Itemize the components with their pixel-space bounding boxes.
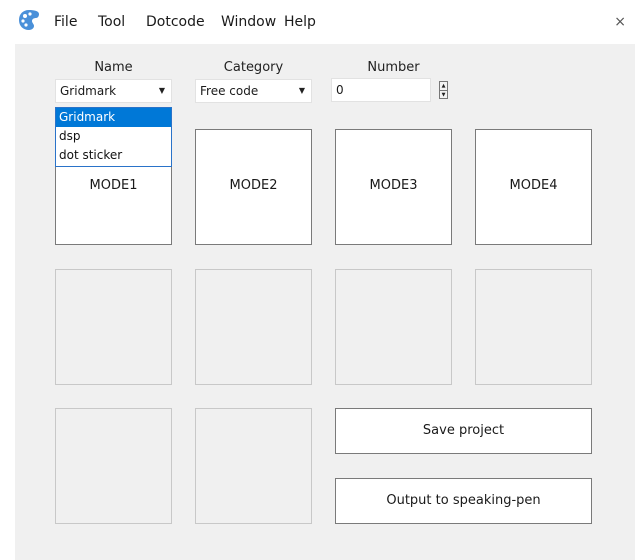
empty-slot (335, 269, 452, 385)
number-input[interactable]: 0 (331, 78, 431, 102)
mode2-button[interactable]: MODE2 (195, 129, 312, 245)
app-logo-icon (19, 10, 39, 30)
menu-window[interactable]: Window (221, 13, 276, 31)
menu-dotcode[interactable]: Dotcode (146, 13, 205, 31)
name-select-value: Gridmark (60, 84, 117, 98)
name-dropdown-list: Gridmark dsp dot sticker (55, 107, 172, 167)
empty-slot (195, 269, 312, 385)
name-select[interactable]: Gridmark ▼ (55, 79, 172, 103)
output-to-pen-button[interactable]: Output to speaking-pen (335, 478, 592, 524)
spin-up-icon[interactable]: ▲ (440, 82, 447, 91)
dropdown-option-dot-sticker[interactable]: dot sticker (56, 146, 171, 165)
category-select[interactable]: Free code ▼ (195, 79, 312, 103)
save-project-button[interactable]: Save project (335, 408, 592, 454)
menu-bar: File Tool Dotcode Window Help × (0, 0, 635, 44)
number-value: 0 (336, 83, 344, 97)
menu-file[interactable]: File (54, 13, 77, 31)
chevron-down-icon: ▼ (298, 86, 305, 95)
number-label: Number (367, 60, 420, 75)
number-stepper[interactable]: ▲ ▼ (439, 81, 448, 99)
mode3-button[interactable]: MODE3 (335, 129, 452, 245)
mode4-button[interactable]: MODE4 (475, 129, 592, 245)
category-label: Category (223, 60, 284, 75)
close-icon[interactable]: × (614, 13, 626, 31)
menu-help[interactable]: Help (284, 13, 316, 31)
empty-slot (195, 408, 312, 524)
spin-down-icon[interactable]: ▼ (440, 91, 447, 99)
empty-slot (55, 408, 172, 524)
menu-tool[interactable]: Tool (98, 13, 125, 31)
category-select-value: Free code (200, 84, 259, 98)
dropdown-option-dsp[interactable]: dsp (56, 127, 171, 146)
empty-slot (55, 269, 172, 385)
name-label: Name (94, 60, 133, 75)
chevron-down-icon: ▼ (158, 86, 165, 95)
dropdown-option-gridmark[interactable]: Gridmark (56, 108, 171, 127)
empty-slot (475, 269, 592, 385)
